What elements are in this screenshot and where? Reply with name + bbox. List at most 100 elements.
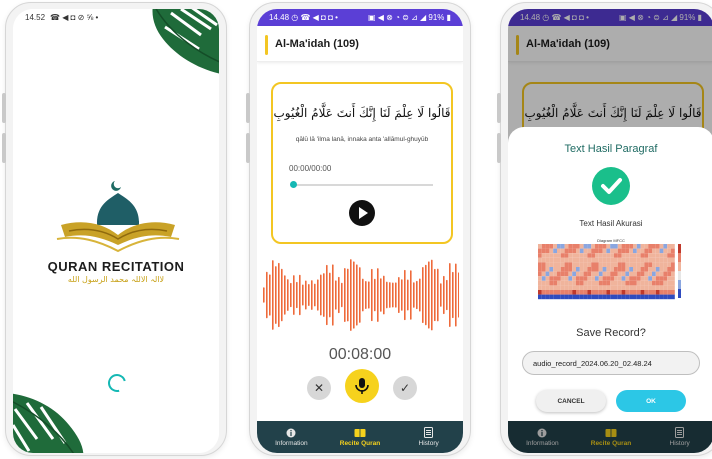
spectrogram-cell xyxy=(629,262,633,267)
spectrogram-cell xyxy=(576,262,580,267)
waveform-bar xyxy=(344,268,346,322)
spectrogram-cell xyxy=(644,290,649,295)
waveform-bar xyxy=(305,280,307,310)
spectrogram-cell xyxy=(579,244,584,249)
spectrogram-cell xyxy=(667,253,671,258)
spectrogram-cell xyxy=(549,257,554,263)
spectrogram-cell xyxy=(538,262,542,267)
waveform-bar xyxy=(347,268,349,322)
seek-thumb[interactable] xyxy=(290,181,297,188)
spectrogram-cell xyxy=(636,280,641,286)
showcase: 14.52 ☎ ◀ ◘ ⊘ ⅝ • QURAN RECITATION لاالہ… xyxy=(0,0,712,459)
spectrogram-cell xyxy=(576,244,580,249)
spectrogram-cell xyxy=(595,294,599,300)
spectrogram-cell xyxy=(598,244,603,249)
spectrogram-cell xyxy=(633,244,637,249)
spectrogram-cell xyxy=(663,257,668,263)
spectrogram-cell xyxy=(625,294,630,300)
record-button[interactable] xyxy=(345,369,379,403)
spectrogram-cell xyxy=(553,276,557,281)
spectrogram-cell xyxy=(610,253,614,258)
spectrogram-cell xyxy=(655,294,660,300)
spectrogram-cell xyxy=(564,280,569,286)
spectrogram-cell xyxy=(591,280,595,286)
spectrogram-cell xyxy=(595,280,599,286)
spectrogram-cell xyxy=(576,271,580,277)
colorbar-segment xyxy=(678,280,681,289)
spectrogram-cell xyxy=(610,267,614,272)
colorbar-segment xyxy=(678,262,681,271)
spectrogram-cell xyxy=(606,280,611,286)
spectrogram-cell xyxy=(587,271,592,277)
cancel-recording-button[interactable]: ✕ xyxy=(307,376,331,400)
nav-label: Information xyxy=(275,440,308,447)
success-check-icon xyxy=(592,167,630,205)
status-icons: ◷ ☎ ◀ ◘ ◘ • xyxy=(291,13,338,22)
nav-item-history[interactable]: History xyxy=(399,427,459,447)
spectrogram-cell xyxy=(587,257,592,263)
spectrogram-cell xyxy=(659,294,664,300)
waveform-bar xyxy=(455,263,457,327)
nav-item-recite-quran[interactable]: Recite Quran xyxy=(330,427,390,447)
waveform-bar xyxy=(452,271,454,319)
nav-item-information[interactable]: Information xyxy=(261,427,321,447)
spectrogram-cell xyxy=(568,290,573,295)
spectrogram-cell xyxy=(560,271,565,277)
spectrogram-cell xyxy=(587,267,592,272)
spectrogram-cell xyxy=(640,276,645,281)
spectrogram-cell xyxy=(625,248,630,254)
waveform-bar xyxy=(317,279,319,311)
spectrogram-cell xyxy=(617,262,622,267)
seek-bar[interactable] xyxy=(293,184,433,186)
spectrogram-cell xyxy=(598,248,603,254)
spectrogram-cell xyxy=(602,294,607,300)
status-time: 14.52 xyxy=(25,13,46,22)
play-button[interactable] xyxy=(349,200,375,226)
spectrogram-cell xyxy=(621,262,626,267)
spectrogram-cell xyxy=(595,276,599,281)
spectrogram-cell xyxy=(606,294,611,300)
spectrogram-cell xyxy=(583,257,588,263)
filename-field[interactable] xyxy=(522,351,700,375)
dialog-title: Text Hasil Paragraf xyxy=(564,143,658,155)
waveform-bar xyxy=(392,282,394,308)
spectrogram-cell xyxy=(610,257,614,263)
spectrogram-cell xyxy=(636,267,641,272)
spectrogram-cell xyxy=(560,257,565,263)
waveform-bar xyxy=(443,275,445,315)
spectrogram-cell xyxy=(564,276,569,281)
spectrogram-cell xyxy=(545,267,550,272)
cancel-button[interactable]: CANCEL xyxy=(536,390,606,412)
spectrogram-cell xyxy=(621,253,626,258)
waveform-bar xyxy=(281,268,283,322)
spectrogram-cell xyxy=(595,244,599,249)
spectrogram-cell xyxy=(595,271,599,277)
spectrogram-cell xyxy=(625,257,630,263)
confirm-recording-button[interactable]: ✓ xyxy=(393,376,417,400)
ok-button[interactable]: OK xyxy=(616,390,686,412)
spectrogram-cell xyxy=(648,290,652,295)
spectrogram-cell xyxy=(557,248,561,254)
spectrogram-cell xyxy=(545,262,550,267)
spectrogram-cell xyxy=(545,294,550,300)
waveform-bar xyxy=(362,278,364,312)
waveform-bar xyxy=(407,279,409,311)
spectrogram-cell xyxy=(629,257,633,263)
status-time: 14.48 xyxy=(269,13,290,22)
spectrogram-cell xyxy=(545,276,550,281)
spectrogram-cell xyxy=(591,248,595,254)
spectrogram-cell xyxy=(591,276,595,281)
recite-screen: 14.48 ◷ ☎ ◀ ◘ ◘ • ▣ ◀ ⊗ ◔ ⊜ ⊿ ◢ 91% ▮ Al… xyxy=(257,9,463,453)
colorbar-segment xyxy=(678,289,681,298)
spectrogram-cell xyxy=(610,285,614,290)
spectrogram-cell xyxy=(598,276,603,281)
waveform-bar xyxy=(269,274,271,316)
spectrogram-cell xyxy=(636,262,641,267)
spectrogram-cell xyxy=(591,253,595,258)
spectrogram-cell xyxy=(667,290,671,295)
nav-label: History xyxy=(418,440,439,447)
spectrogram-cell xyxy=(557,262,561,267)
save-question: Save Record? xyxy=(576,327,646,339)
history-icon xyxy=(424,427,434,438)
spectrogram-cell xyxy=(655,280,660,286)
